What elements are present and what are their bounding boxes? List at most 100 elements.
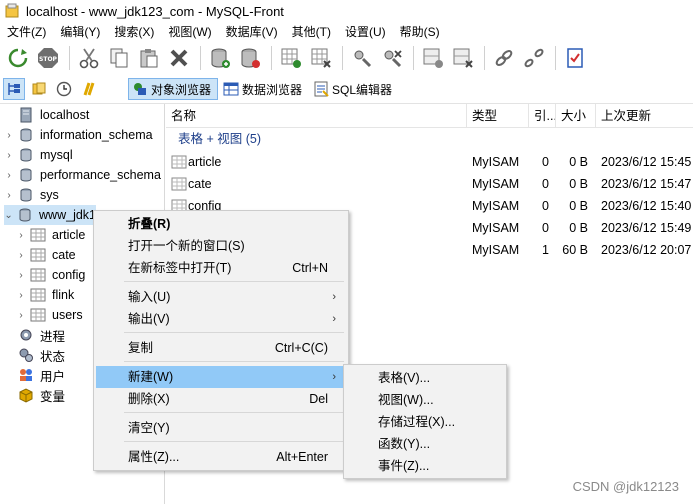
menu-item-label: 属性(Z)... (128, 450, 180, 464)
tree-item-label: flink (52, 288, 75, 302)
link-icon[interactable] (490, 44, 518, 72)
chevron-right-icon[interactable]: › (16, 230, 26, 241)
tree-item[interactable]: › information_schema (4, 125, 164, 145)
submenu-item[interactable]: 表格(V)... (346, 367, 504, 389)
refresh-icon[interactable] (4, 44, 32, 72)
tree-item-label: cate (52, 248, 76, 262)
row-count: 0 (542, 177, 549, 191)
tab-sql-editor[interactable]: SQL编辑器 (310, 78, 398, 100)
column-header-type[interactable]: 类型 (467, 104, 529, 128)
context-menu-item[interactable]: 输入(U) › (96, 286, 346, 308)
cut-icon[interactable] (75, 44, 103, 72)
context-menu-item[interactable]: 在新标签中打开(T) Ctrl+N (96, 257, 346, 279)
tree-item[interactable]: ⌄ www_jdk1 (4, 205, 96, 225)
menu-help[interactable]: 帮助(S) (393, 22, 447, 42)
remove-user-icon[interactable] (378, 44, 406, 72)
chevron-right-icon[interactable]: › (16, 270, 26, 281)
context-menu-item[interactable]: 折叠(R) (96, 213, 346, 235)
submenu-item[interactable]: 事件(Z)... (346, 455, 504, 477)
context-menu-item[interactable]: 打开一个新的窗口(S) (96, 235, 346, 257)
column-header-updated[interactable]: 上次更新 (596, 104, 693, 128)
table-row[interactable]: article MyISAM 0 0 B 2023/6/12 15:45 (166, 151, 693, 173)
chevron-right-icon[interactable]: › (4, 190, 14, 201)
column-header-rows[interactable]: 引... (529, 104, 556, 128)
group-header[interactable]: 表格 + 视图 (5) (178, 130, 261, 148)
menu-other[interactable]: 其他(T) (285, 22, 338, 42)
submenu-item[interactable]: 函数(Y)... (346, 433, 504, 455)
drop-table-icon[interactable] (307, 44, 335, 72)
column-header-size[interactable]: 大小 (556, 104, 596, 128)
context-menu-item[interactable]: 复制 Ctrl+C(C) (96, 337, 346, 359)
add-user-icon[interactable] (348, 44, 376, 72)
tree-item-label: performance_schema (40, 168, 161, 182)
menu-item-shortcut: Ctrl+C(C) (274, 341, 328, 355)
column-header-name[interactable]: 名称 (166, 104, 467, 128)
tree-item[interactable]: › mysql (4, 145, 164, 165)
menu-item-shortcut: Ctrl+N (292, 261, 328, 275)
tree-item[interactable]: › sys (4, 185, 164, 205)
new-table-icon[interactable] (277, 44, 305, 72)
delete-icon[interactable] (165, 44, 193, 72)
history-icon[interactable] (53, 78, 75, 100)
chevron-right-icon[interactable]: › (16, 250, 26, 261)
query-builder-icon[interactable] (78, 78, 100, 100)
context-menu-item[interactable]: 新建(W) › (96, 366, 346, 388)
chevron-right-icon[interactable]: › (4, 170, 14, 181)
menu-item-label: 在新标签中打开(T) (128, 261, 232, 275)
menu-search[interactable]: 搜索(X) (107, 22, 161, 42)
menu-separator (124, 361, 344, 362)
chevron-right-icon[interactable]: › (4, 130, 14, 141)
row-type: MyISAM (472, 221, 520, 235)
bookmarks-icon[interactable] (28, 78, 50, 100)
tree-item-label: users (52, 308, 83, 322)
tab-object-browser[interactable]: 对象浏览器 (128, 78, 219, 100)
menu-item-label: 折叠(R) (128, 217, 171, 231)
tree-toggle-icon[interactable] (3, 78, 25, 100)
chevron-down-icon[interactable]: ⌄ (4, 210, 13, 221)
row-name: article (188, 155, 222, 169)
table-row[interactable]: cate MyISAM 0 0 B 2023/6/12 15:47 (166, 173, 693, 195)
users-icon (18, 367, 34, 383)
submenu-arrow-icon: › (332, 313, 336, 325)
context-menu-item[interactable]: 输出(V) › (96, 308, 346, 330)
copy-icon[interactable] (105, 44, 133, 72)
menu-item-shortcut: Alt+Enter (276, 450, 328, 464)
tree-item-label: 变量 (40, 389, 66, 404)
menu-item-label: 打开一个新的窗口(S) (128, 239, 245, 253)
database-icon (18, 127, 34, 143)
menu-item-shortcut: Del (309, 392, 328, 406)
chevron-right-icon[interactable]: › (16, 310, 26, 321)
submenu-item[interactable]: 存储过程(X)... (346, 411, 504, 433)
submenu-item[interactable]: 视图(W)... (346, 389, 504, 411)
database-icon (18, 187, 34, 203)
tree-item-label: localhost (40, 108, 90, 122)
tab-data-browser[interactable]: 数据浏览器 (220, 78, 308, 100)
table-icon (30, 267, 46, 283)
new-field-icon[interactable] (419, 44, 447, 72)
menu-settings[interactable]: 设置(U) (338, 22, 393, 42)
paste-icon[interactable] (135, 44, 163, 72)
menu-edit[interactable]: 编辑(Y) (53, 22, 107, 42)
row-count: 0 (542, 199, 549, 213)
unlink-icon[interactable] (520, 44, 548, 72)
context-menu-item[interactable]: 属性(Z)... Alt+Enter (96, 446, 346, 468)
drop-database-icon[interactable] (236, 44, 264, 72)
tree-item[interactable]: localhost (4, 105, 164, 125)
row-updated: 2023/6/12 15:49 (601, 221, 692, 235)
new-database-icon[interactable] (206, 44, 234, 72)
chevron-right-icon[interactable]: › (16, 290, 26, 301)
menu-file[interactable]: 文件(Z) (0, 22, 53, 42)
tree-item-label: information_schema (40, 128, 153, 142)
menu-bar: 文件(Z) 编辑(Y) 搜索(X) 视图(W) 数据库(V) 其他(T) 设置(… (0, 22, 693, 42)
chevron-right-icon[interactable]: › (4, 150, 14, 161)
tree-item[interactable]: › performance_schema (4, 165, 164, 185)
stop-icon[interactable]: STOP (34, 44, 62, 72)
drop-field-icon[interactable] (449, 44, 477, 72)
menu-database[interactable]: 数据库(V) (219, 22, 285, 42)
checklist-icon[interactable] (561, 44, 589, 72)
mysql-front-app-icon (5, 3, 19, 18)
tab-data-browser-label: 数据浏览器 (242, 82, 303, 97)
context-menu-item[interactable]: 删除(X) Del (96, 388, 346, 410)
menu-view[interactable]: 视图(W) (161, 22, 218, 42)
context-menu-item[interactable]: 清空(Y) (96, 417, 346, 439)
